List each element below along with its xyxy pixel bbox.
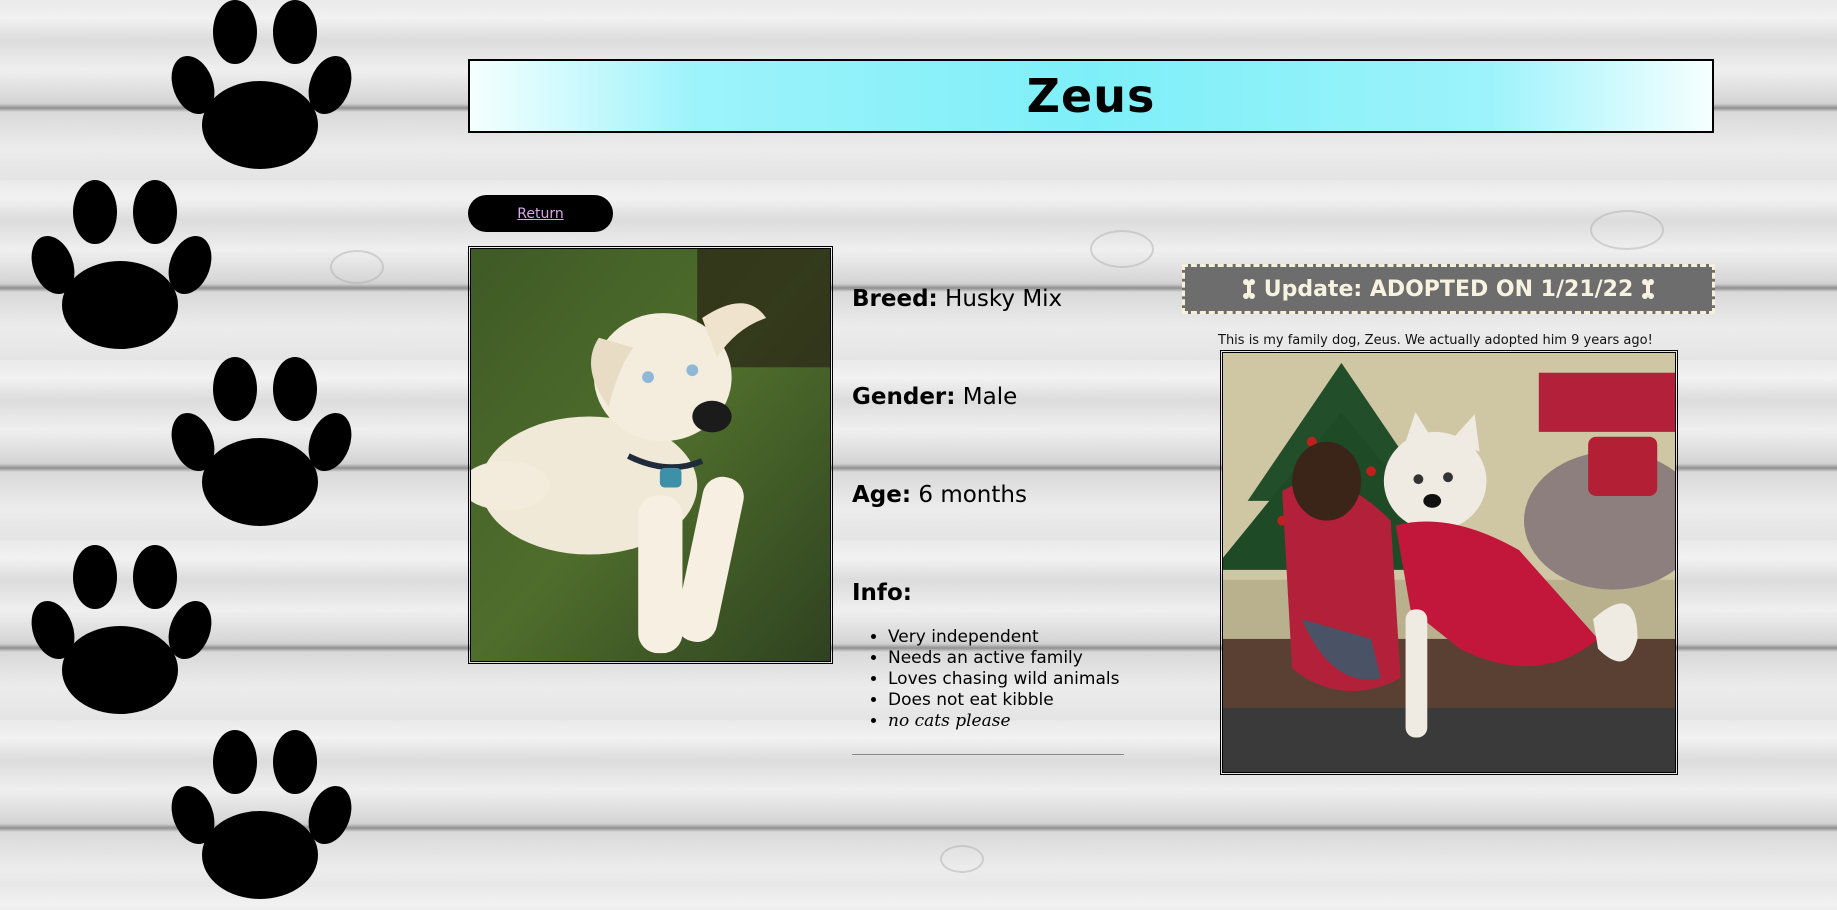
paw-print-icon [171, 0, 352, 169]
age-label: Age: [852, 482, 912, 508]
gender-label: Gender: [852, 384, 956, 410]
family-photo [1220, 350, 1678, 775]
paw-print-icon [31, 545, 212, 714]
info-label: Info: [852, 580, 912, 606]
breed-label: Breed: [852, 286, 938, 312]
page-header: Zeus [468, 59, 1714, 133]
gender-field: Gender: Male [852, 384, 1017, 410]
info-list: Very independent Needs an active family … [852, 627, 1119, 732]
wood-knot [330, 250, 384, 284]
puppy-image [471, 249, 830, 661]
update-text: Update: ADOPTED ON 1/21/22 [1263, 276, 1634, 302]
paw-print-icon [171, 730, 352, 899]
gender-value: Male [962, 384, 1018, 410]
paw-print-icon [31, 180, 212, 349]
adoption-caption: This is my family dog, Zeus. We actually… [1218, 333, 1653, 348]
return-button[interactable]: Return [468, 195, 613, 232]
list-item: Does not eat kibble [888, 690, 1119, 711]
pet-photo [468, 246, 833, 664]
paw-print-icon [171, 357, 352, 526]
list-item: Needs an active family [888, 648, 1119, 669]
age-field: Age: 6 months [852, 482, 1027, 508]
list-item: Loves chasing wild animals [888, 669, 1119, 690]
bone-icon [1642, 279, 1655, 299]
divider [852, 754, 1124, 755]
age-value: 6 months [918, 482, 1027, 508]
wood-knot [1090, 230, 1154, 268]
family-image [1223, 353, 1675, 772]
list-item: no cats please [888, 711, 1119, 732]
breed-value: Husky Mix [945, 286, 1063, 312]
update-banner: Update: ADOPTED ON 1/21/22 [1182, 264, 1715, 314]
page-title: Zeus [1026, 69, 1156, 123]
bone-icon [1242, 279, 1255, 299]
list-item: Very independent [888, 627, 1119, 648]
breed-field: Breed: Husky Mix [852, 286, 1062, 312]
info-field: Info: [852, 580, 912, 606]
wood-knot [940, 845, 984, 873]
wood-knot [1590, 210, 1664, 250]
return-link[interactable]: Return [517, 206, 563, 222]
